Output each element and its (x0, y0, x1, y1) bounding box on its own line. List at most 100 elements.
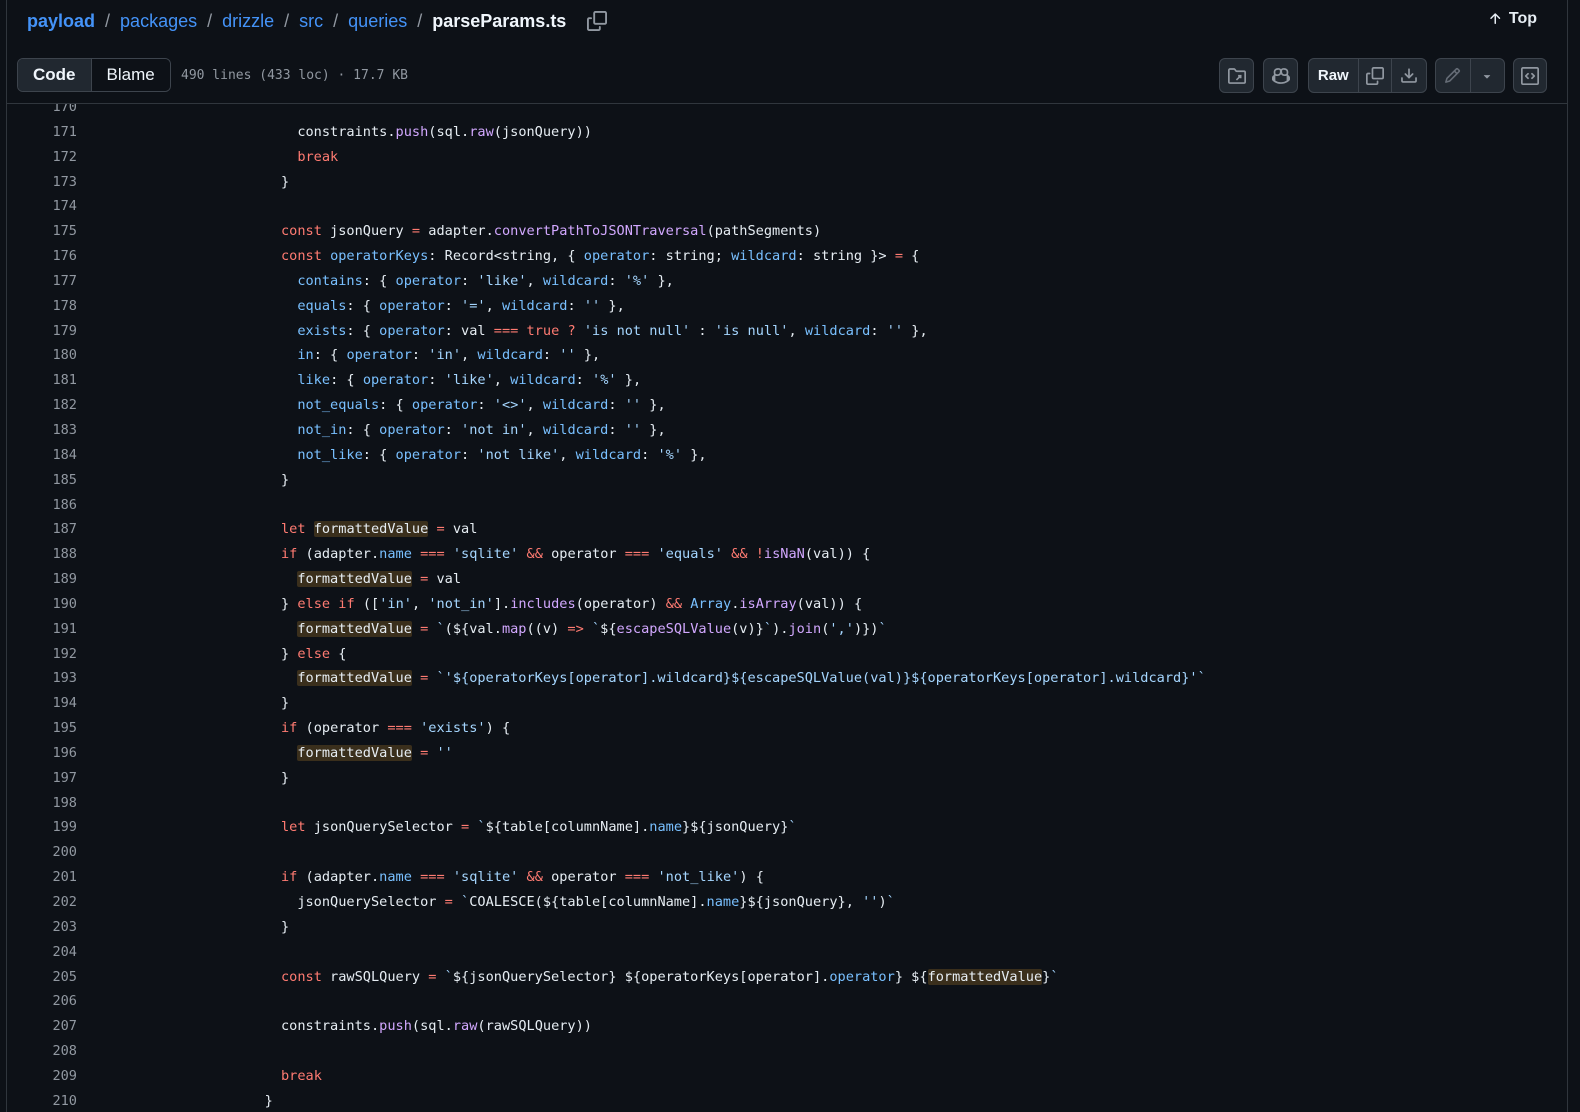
code-line: 209 break (7, 1064, 1567, 1089)
breadcrumb-drizzle-link[interactable]: drizzle (222, 11, 274, 32)
line-number[interactable]: 182 (7, 393, 77, 418)
line-number[interactable]: 206 (7, 989, 77, 1014)
copy-path-button[interactable] (586, 10, 608, 32)
line-number[interactable]: 186 (7, 493, 77, 518)
code-line: 200 (7, 840, 1567, 865)
line-number[interactable]: 197 (7, 766, 77, 791)
download-button[interactable] (1392, 59, 1426, 92)
tab-blame[interactable]: Blame (91, 59, 170, 91)
breadcrumb-src-link[interactable]: src (299, 11, 323, 32)
breadcrumb-separator: / (333, 10, 339, 31)
code-square-icon (1521, 66, 1539, 85)
line-source: constraints.push(sql.raw(jsonQuery)) (297, 123, 592, 140)
line-number[interactable]: 173 (7, 170, 77, 195)
breadcrumb-separator: / (105, 10, 111, 31)
line-number[interactable]: 188 (7, 542, 77, 567)
code-line: 204 (7, 940, 1567, 965)
edit-file-button[interactable] (1436, 59, 1471, 92)
code-line: 173} (7, 170, 1567, 195)
breadcrumb-file-name: parseParams.ts (432, 10, 567, 31)
breadcrumb-separator: / (207, 10, 213, 31)
line-source: const rawSQLQuery = `${jsonQuerySelector… (280, 968, 1059, 985)
tab-code[interactable]: Code (18, 59, 92, 91)
line-number[interactable]: 210 (7, 1089, 77, 1112)
triangle-down-icon (1484, 74, 1491, 79)
line-number[interactable]: 207 (7, 1014, 77, 1039)
code-line: 190} else if (['in', 'not_in'].includes(… (7, 592, 1567, 617)
line-number[interactable]: 199 (7, 815, 77, 840)
line-number[interactable]: 198 (7, 791, 77, 816)
breadcrumb-repo-link[interactable]: payload (27, 11, 95, 32)
code-line: 193 formattedValue = `'${operatorKeys[ope… (7, 666, 1567, 691)
code-line: 205 const rawSQLQuery = `${jsonQuerySelec… (7, 965, 1567, 990)
line-number[interactable]: 209 (7, 1064, 77, 1089)
line-number[interactable]: 181 (7, 368, 77, 393)
line-number[interactable]: 176 (7, 244, 77, 269)
line-source: } (280, 769, 290, 786)
code-line: 189 formattedValue = val (7, 567, 1567, 592)
copy-icon (1365, 66, 1384, 85)
line-number[interactable]: 192 (7, 642, 77, 667)
line-source: break (280, 1067, 322, 1084)
line-source: formattedValue = `'${operatorKeys[operat… (297, 670, 1206, 687)
line-number[interactable]: 202 (7, 890, 77, 915)
code-line: 186 (7, 493, 1567, 518)
line-number[interactable]: 201 (7, 865, 77, 890)
line-number[interactable]: 203 (7, 915, 77, 940)
line-number[interactable]: 183 (7, 418, 77, 443)
line-number[interactable]: 196 (7, 741, 77, 766)
line-source: } (264, 1092, 273, 1109)
code-line: 197} (7, 766, 1567, 791)
code-line: 191 formattedValue = `(${val.map((v) => `… (7, 617, 1567, 642)
copy-raw-button[interactable] (1359, 59, 1393, 92)
line-number[interactable]: 200 (7, 840, 77, 865)
raw-button[interactable]: Raw (1309, 59, 1359, 92)
arrow-up-icon (1490, 13, 1501, 24)
copilot-button[interactable] (1263, 58, 1298, 93)
code-view[interactable]: 170 171 constraints.push(sql.raw(jsonQuery… (7, 104, 1567, 1112)
line-number[interactable]: 175 (7, 219, 77, 244)
line-number[interactable]: 189 (7, 567, 77, 592)
code-line: 170 (7, 104, 1567, 120)
breadcrumb-queries-link[interactable]: queries (348, 11, 407, 32)
line-number[interactable]: 187 (7, 517, 77, 542)
more-edit-options-button[interactable] (1471, 59, 1504, 92)
line-number[interactable]: 191 (7, 617, 77, 642)
symbols-panel-button[interactable] (1513, 58, 1547, 93)
line-number[interactable]: 205 (7, 965, 77, 990)
line-number[interactable]: 204 (7, 940, 77, 965)
top-link[interactable]: Top (1487, 10, 1537, 28)
line-number[interactable]: 178 (7, 294, 77, 319)
line-number[interactable]: 185 (7, 468, 77, 493)
breadcrumb-packages-link[interactable]: packages (120, 11, 197, 32)
symbols-button[interactable] (1219, 58, 1254, 93)
line-number[interactable]: 190 (7, 592, 77, 617)
line-number[interactable]: 195 (7, 716, 77, 741)
line-source: jsonQuerySelector = `COALESCE(${table[co… (297, 894, 895, 910)
line-number[interactable]: 174 (7, 194, 77, 219)
line-number[interactable]: 172 (7, 145, 77, 170)
line-source: if (operator === 'exists') { (280, 720, 511, 737)
line-number[interactable]: 193 (7, 666, 77, 691)
line-number[interactable]: 208 (7, 1039, 77, 1064)
line-number[interactable]: 171 (7, 120, 77, 145)
copy-icon (587, 11, 608, 31)
code-line: 192} else { (7, 642, 1567, 667)
line-number[interactable]: 184 (7, 443, 77, 468)
file-view: payload / packages / drizzle / src / que… (6, 0, 1568, 1112)
file-header-toolbar: Code Blame 490 lines (433 loc) · 17.7 KB… (7, 42, 1567, 104)
line-number[interactable]: 180 (7, 343, 77, 368)
line-source: if (adapter.name === 'sqlite' && operato… (280, 546, 871, 563)
line-number[interactable]: 170 (7, 104, 77, 120)
code-line: 174 (7, 194, 1567, 219)
code-line: 194} (7, 691, 1567, 716)
code-line: 185} (7, 468, 1567, 493)
line-number[interactable]: 177 (7, 269, 77, 294)
line-source: formattedValue = val (297, 571, 462, 588)
line-number[interactable]: 194 (7, 691, 77, 716)
line-number[interactable]: 179 (7, 319, 77, 344)
line-source: equals: { operator: '=', wildcard: '' }, (297, 297, 625, 314)
line-source: formattedValue = `(${val.map((v) => `${e… (297, 620, 887, 637)
line-source: not_equals: { operator: '<>', wildcard: … (297, 397, 666, 414)
line-source: } (280, 471, 290, 488)
